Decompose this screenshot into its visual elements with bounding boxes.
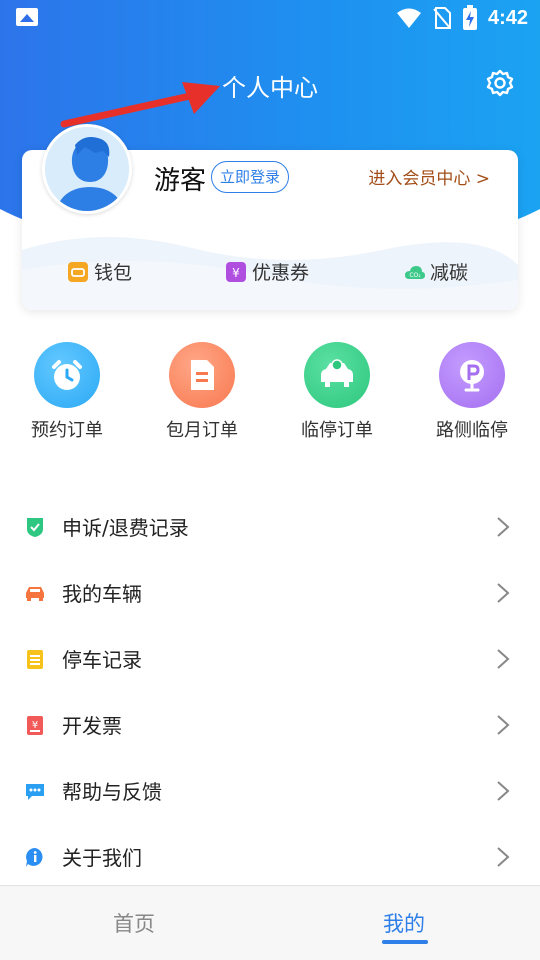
- member-center-link[interactable]: 进入会员中心 >: [368, 164, 490, 189]
- wifi-icon: [396, 8, 421, 28]
- chevron-right-icon: [497, 715, 510, 735]
- info-icon: [26, 848, 43, 867]
- carbon-reduction-link[interactable]: CO₂ 减碳: [404, 258, 468, 285]
- reservation-orders[interactable]: 预约订单: [17, 342, 117, 442]
- invoice-icon: ¥: [27, 716, 43, 735]
- status-bar: 4:42: [0, 0, 540, 36]
- car-front-icon: [26, 587, 44, 601]
- notepad-icon: [27, 650, 43, 669]
- bottom-tab-bar: 首页 我的: [0, 885, 540, 960]
- active-tab-indicator: [382, 940, 428, 944]
- svg-text:¥: ¥: [232, 266, 240, 280]
- carbon-reduction-label: 减碳: [430, 262, 469, 284]
- tab-mine[interactable]: 我的: [383, 908, 425, 938]
- chevron-right-icon: [497, 517, 510, 537]
- wallet-link[interactable]: 钱包: [68, 258, 132, 285]
- menu-item-invoice[interactable]: ¥ 开发票: [0, 692, 540, 758]
- menu-list: 申诉/退费记录 我的车辆 停车记录 ¥ 开发票 帮助与反馈 关于我们: [0, 494, 540, 890]
- no-sim-icon: [433, 7, 451, 29]
- menu-item-label: 停车记录: [62, 648, 142, 672]
- co2-cloud-icon: CO₂: [404, 262, 425, 282]
- menu-item-label: 申诉/退费记录: [62, 516, 189, 540]
- car-icon: [304, 342, 370, 408]
- coupon-icon: ¥: [226, 261, 246, 282]
- wallet-icon: [68, 261, 88, 282]
- chevron-right-icon: [497, 781, 510, 801]
- tab-home[interactable]: 首页: [113, 908, 155, 938]
- roadside-parking-label: 路侧临停: [436, 420, 508, 441]
- menu-item-help-feedback[interactable]: 帮助与反馈: [0, 758, 540, 824]
- menu-item-appeal-refund[interactable]: 申诉/退费记录: [0, 494, 540, 560]
- coupon-link[interactable]: ¥ 优惠券: [226, 258, 309, 285]
- coupon-label: 优惠券: [252, 262, 310, 284]
- battery-charging-icon: [462, 5, 477, 30]
- menu-item-about-us[interactable]: 关于我们: [0, 824, 540, 890]
- menu-item-label: 帮助与反馈: [62, 780, 162, 804]
- login-button[interactable]: 立即登录: [211, 161, 290, 193]
- reservation-orders-label: 预约订单: [31, 420, 103, 441]
- svg-text:¥: ¥: [32, 720, 38, 731]
- gallery-notification-icon: [16, 8, 38, 26]
- parking-pin-icon: [439, 342, 505, 408]
- temporary-parking-orders[interactable]: 临停订单: [287, 342, 387, 442]
- menu-item-label: 我的车辆: [62, 582, 142, 606]
- alarm-clock-icon: [34, 342, 100, 408]
- order-shortcuts: 预约订单 包月订单 临停订单 路侧临停: [0, 342, 540, 442]
- monthly-orders-label: 包月订单: [166, 420, 238, 441]
- menu-item-label: 关于我们: [62, 846, 142, 870]
- menu-item-parking-records[interactable]: 停车记录: [0, 626, 540, 692]
- avatar[interactable]: [42, 124, 132, 214]
- roadside-parking[interactable]: 路侧临停: [422, 342, 522, 442]
- clock-time: 4:42: [487, 6, 528, 29]
- temporary-parking-orders-label: 临停订单: [301, 420, 373, 441]
- svg-text:CO₂: CO₂: [409, 272, 421, 279]
- menu-item-label: 开发票: [62, 714, 122, 738]
- document-icon: [169, 342, 235, 408]
- monthly-orders[interactable]: 包月订单: [152, 342, 252, 442]
- settings-gear-icon[interactable]: [484, 68, 516, 100]
- wallet-label: 钱包: [94, 262, 133, 284]
- shield-check-icon: [27, 518, 43, 537]
- menu-item-my-vehicles[interactable]: 我的车辆: [0, 560, 540, 626]
- chevron-right-icon: [497, 649, 510, 669]
- chevron-right-icon: [497, 847, 510, 867]
- username: 游客: [154, 166, 207, 196]
- chat-bubble-icon: [26, 784, 44, 800]
- chevron-right-icon: [497, 583, 510, 603]
